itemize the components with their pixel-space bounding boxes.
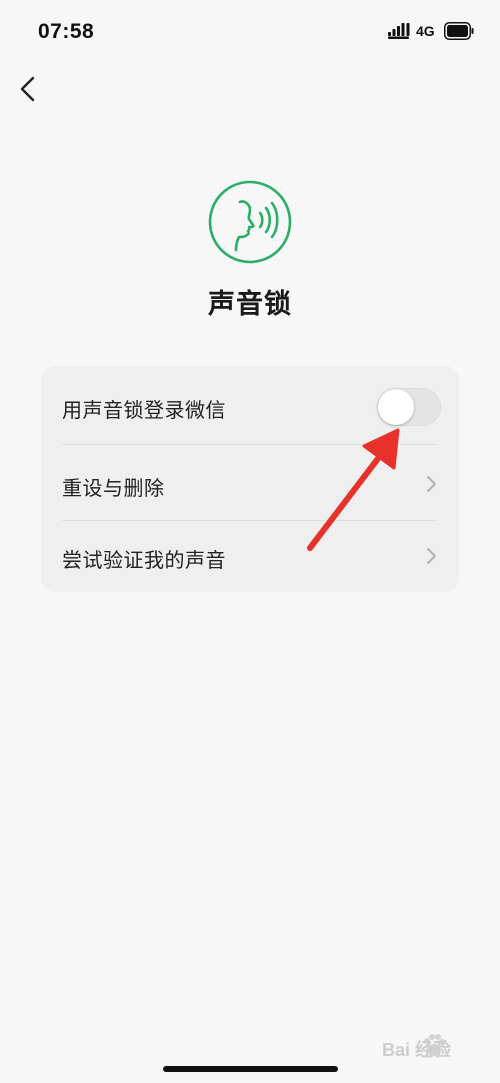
- watermark-text: Bai 经验: [382, 1040, 452, 1060]
- network-type-label: 4G: [416, 23, 435, 39]
- back-button[interactable]: [12, 72, 46, 106]
- watermark: Bai 经验: [350, 1030, 480, 1064]
- red-arrow-icon: [307, 428, 400, 551]
- voice-login-label: 用声音锁登录微信: [62, 398, 226, 422]
- status-time: 07:58: [38, 20, 95, 43]
- voice-lock-icon: [208, 180, 292, 264]
- chevron-right-icon: [427, 548, 436, 564]
- signal-icon: [388, 23, 410, 39]
- reset-delete-label: 重设与删除: [62, 476, 165, 500]
- home-indicator: [163, 1066, 338, 1072]
- status-bar: 07:58 4G: [0, 0, 500, 62]
- chevron-right-icon: [427, 476, 436, 492]
- voice-lock-screen: 07:58 4G 声音锁 用声音锁登录微信 重设与删除 尝试验证我的声音 Bai…: [0, 0, 500, 1083]
- verify-voice-label: 尝试验证我的声音: [62, 548, 226, 572]
- battery-icon: [444, 22, 474, 40]
- chevron-left-icon: [20, 76, 35, 102]
- page-title: 声音锁: [208, 289, 292, 320]
